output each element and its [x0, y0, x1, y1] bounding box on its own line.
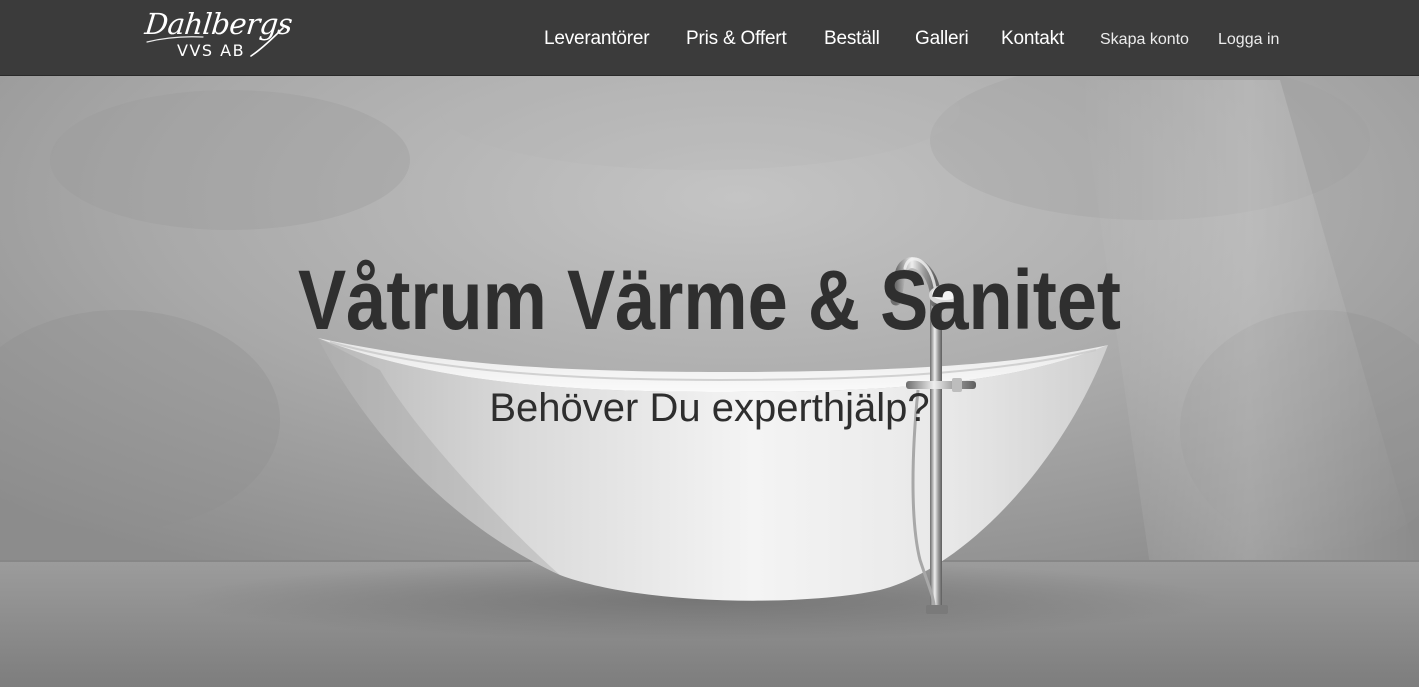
nav-link-leverantorer[interactable]: Leverantörer — [544, 27, 650, 51]
nav-link-galleri[interactable]: Galleri — [915, 27, 969, 51]
main-navigation: Leverantörer Pris & Offert Beställ Galle… — [0, 0, 1419, 75]
site-header: Dahlbergs VVS AB Leverantörer Pris & Off… — [0, 0, 1419, 76]
page: Dahlbergs VVS AB Leverantörer Pris & Off… — [0, 0, 1419, 687]
hero-section: Våtrum Värme & Sanitet Behöver Du expert… — [0, 250, 1419, 430]
create-account-link[interactable]: Skapa konto — [1100, 28, 1189, 52]
nav-link-kontakt[interactable]: Kontakt — [1001, 27, 1064, 51]
hero-subheadline: Behöver Du experthjälp? — [489, 386, 930, 430]
login-link[interactable]: Logga in — [1218, 28, 1279, 52]
hero-headline: Våtrum Värme & Sanitet — [297, 253, 1121, 347]
nav-link-pris-offert[interactable]: Pris & Offert — [686, 27, 787, 51]
nav-link-bestall[interactable]: Beställ — [824, 27, 880, 51]
